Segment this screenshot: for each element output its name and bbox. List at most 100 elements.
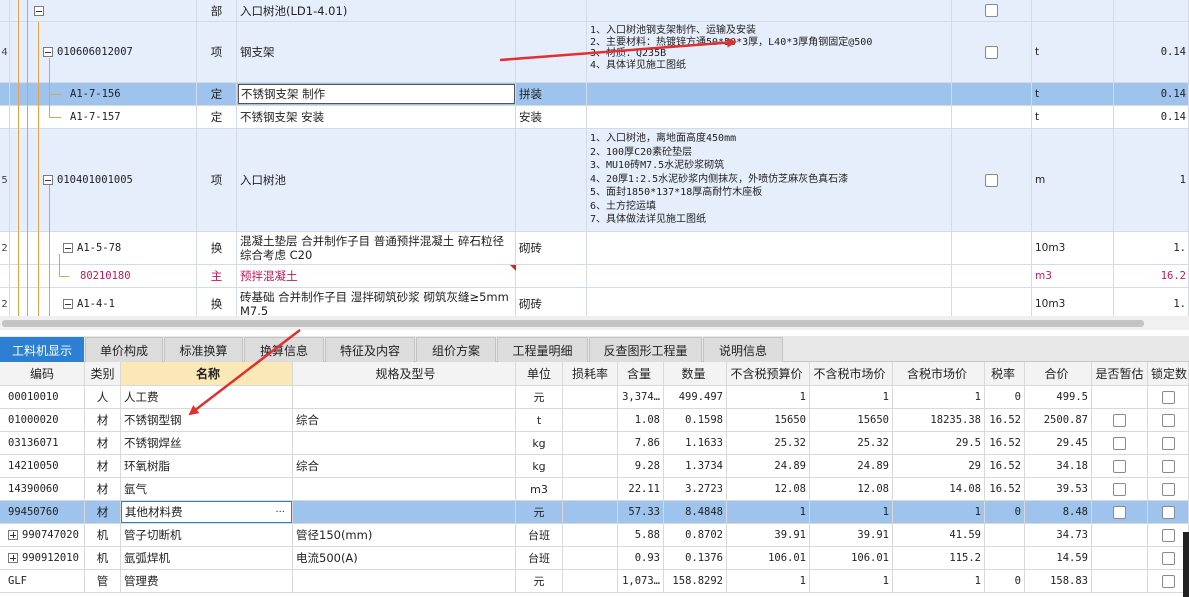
- expand-icon[interactable]: [8, 553, 18, 563]
- header-category[interactable]: 类别: [85, 362, 121, 385]
- lock-checkbox[interactable]: [1161, 505, 1175, 519]
- resource-row[interactable]: 00010010 人人工费元 3,374… 499.497 1 1 1 0 499.5: [0, 386, 1189, 409]
- estimated-checkbox[interactable]: [1113, 459, 1126, 473]
- features-cell: 1、入口树池，离地面高度450mm 2、100厚C20素砼垫层 3、MU10砖M…: [587, 129, 952, 231]
- header-total[interactable]: 合价: [1025, 362, 1092, 385]
- name-cell[interactable]: 不锈钢支架 制作: [237, 83, 516, 105]
- spec-cell: 砌砖: [516, 288, 587, 316]
- cell-loss: [563, 478, 618, 500]
- cell-name[interactable]: 不锈钢焊丝: [121, 432, 293, 454]
- estimated-checkbox[interactable]: [1113, 505, 1126, 519]
- checkbox-cell: [952, 106, 1032, 128]
- cell-name[interactable]: 氩气: [121, 478, 293, 500]
- header-loss-rate[interactable]: 损耗率: [563, 362, 618, 385]
- tree-row-section[interactable]: 部 入口树池(LD1-4.01): [0, 0, 1189, 22]
- more-options-icon[interactable]: ···: [275, 507, 285, 518]
- collapse-icon[interactable]: [63, 299, 73, 309]
- cell-qty: 0.1598: [664, 409, 727, 431]
- tab-standard-conversion[interactable]: 标准换算: [164, 337, 243, 362]
- collapse-icon[interactable]: [34, 5, 44, 16]
- name-edit-field[interactable]: 不锈钢支架 制作: [238, 84, 515, 104]
- row-number: 5: [0, 129, 10, 231]
- cell-name[interactable]: 人工费: [121, 386, 293, 408]
- header-estimated[interactable]: 是否暂估: [1092, 362, 1148, 385]
- estimated-checkbox[interactable]: [1113, 482, 1126, 496]
- lock-checkbox[interactable]: [1161, 551, 1175, 565]
- tab-quantity-detail[interactable]: 工程量明细: [497, 337, 588, 362]
- horizontal-scrollbar[interactable]: [0, 316, 1189, 330]
- tab-graphic-quantity[interactable]: 反查图形工程量: [589, 337, 702, 362]
- resource-row[interactable]: 990747020 机管子切断机 管径150(mm) 台班 5.88 0.8702 39.9…: [0, 524, 1189, 547]
- cell-name[interactable]: 管理费: [121, 570, 293, 592]
- cell-estimated: [1092, 547, 1148, 569]
- estimated-checkbox[interactable]: [1113, 436, 1126, 450]
- header-lock[interactable]: 锁定数: [1148, 362, 1189, 385]
- cell-unit: m3: [516, 478, 563, 500]
- header-unit[interactable]: 单位: [516, 362, 563, 385]
- cell-name[interactable]: 环氧树脂: [121, 455, 293, 477]
- lock-checkbox[interactable]: [1161, 574, 1175, 588]
- header-content[interactable]: 含量: [618, 362, 664, 385]
- name-edit-field[interactable]: 其他材料费 ···: [121, 501, 292, 523]
- resource-row[interactable]: 03136071 材不锈钢焊丝 kg 7.86 1.1633 25.32 25.32 29.5…: [0, 432, 1189, 455]
- row-checkbox[interactable]: [985, 45, 998, 59]
- unit-cell: m3: [1032, 265, 1114, 287]
- tab-notes[interactable]: 说明信息: [703, 337, 783, 362]
- tab-unit-price[interactable]: 单价构成: [85, 337, 163, 362]
- cell-cat: 材: [85, 409, 121, 431]
- cell-name[interactable]: 其他材料费 ···: [121, 501, 293, 523]
- cell-name[interactable]: 不锈钢型钢: [121, 409, 293, 431]
- tree-row-quota[interactable]: A1-7-157 定 不锈钢支架 安装 安装 t 0.14: [0, 106, 1189, 129]
- tab-pricing-scheme[interactable]: 组价方案: [416, 337, 496, 362]
- cell-tax: 0: [985, 570, 1025, 592]
- lock-checkbox[interactable]: [1161, 413, 1175, 427]
- tab-conversion-info[interactable]: 换算信息: [244, 337, 324, 362]
- qty-cell: 0.14: [1114, 83, 1189, 105]
- expand-icon[interactable]: [8, 530, 18, 540]
- resource-row[interactable]: 990912010 机氩弧焊机 电流500(A) 台班 0.93 0.1376 106.01…: [0, 547, 1189, 570]
- lock-checkbox[interactable]: [1161, 459, 1175, 473]
- header-spec[interactable]: 规格及型号: [293, 362, 516, 385]
- cell-cat: 管: [85, 570, 121, 592]
- row-checkbox[interactable]: [985, 4, 998, 17]
- resource-row[interactable]: 01000020 材不锈钢型钢 综合 t 1.08 0.1598 15650 15650 182…: [0, 409, 1189, 432]
- tab-labor-material-machine[interactable]: 工料机显示: [0, 337, 84, 362]
- cell-amount: 57.33: [618, 501, 664, 523]
- header-market-price[interactable]: 不含税市场价: [810, 362, 893, 385]
- tab-features[interactable]: 特征及内容: [325, 337, 415, 362]
- lock-checkbox[interactable]: [1161, 436, 1175, 450]
- tree-row-material[interactable]: 80210180 主 预拌混凝土 m3 16.2: [0, 265, 1189, 288]
- resource-row[interactable]: 99450760 材其他材料费 ··· 元 57.33 8.4848 1 1 1 0 8.48: [0, 501, 1189, 524]
- tree-row-quota[interactable]: 2 A1-5-78 换 混凝土垫层 合并制作子目 普通预拌混凝土 碎石粒径综合考…: [0, 232, 1189, 265]
- resource-row[interactable]: GLF 管管理费元 1,073… 158.8292 1 1 1 0 158.83: [0, 570, 1189, 593]
- resource-row[interactable]: 14390060 材氩气 m3 22.11 3.2723 12.08 12.08 14.08 1…: [0, 478, 1189, 501]
- cell-p1: 25.32: [727, 432, 810, 454]
- cell-tax: 16.52: [985, 432, 1025, 454]
- vertical-scrollbar[interactable]: [1183, 532, 1189, 597]
- tree-row-quota[interactable]: A1-7-156 定 不锈钢支架 制作 拼装 t 0.14: [0, 83, 1189, 106]
- scrollbar-thumb[interactable]: [2, 320, 1144, 327]
- resource-row[interactable]: 14210050 材环氧树脂 综合 kg 9.28 1.3734 24.89 24.89 29 1…: [0, 455, 1189, 478]
- lock-checkbox[interactable]: [1161, 528, 1175, 542]
- header-budget-price[interactable]: 不含税预算价: [727, 362, 810, 385]
- tree-row-quota[interactable]: 2 A1-4-1 换 砖基础 合并制作子目 湿拌砌筑砂浆 砌筑灰缝≥5mm M7…: [0, 288, 1189, 316]
- cell-name[interactable]: 管子切断机: [121, 524, 293, 546]
- header-code[interactable]: 编码: [0, 362, 85, 385]
- spec-cell: [516, 129, 587, 231]
- tree-row-item[interactable]: 5 010401001005 项 入口树池 1、入口树池，离地面高度450mm …: [0, 129, 1189, 232]
- tree-row-item[interactable]: 4 010606012007 项 钢支架 1、入口树池钢支架制作、运输及安装 2…: [0, 22, 1189, 83]
- collapse-icon[interactable]: [43, 175, 53, 185]
- cell-name[interactable]: 氩弧焊机: [121, 547, 293, 569]
- collapse-icon[interactable]: [63, 243, 73, 253]
- cell-total: 34.73: [1025, 524, 1092, 546]
- cell-unit: 元: [516, 386, 563, 408]
- header-name[interactable]: 名称: [121, 362, 293, 385]
- header-tax-rate[interactable]: 税率: [985, 362, 1025, 385]
- estimated-checkbox[interactable]: [1113, 413, 1126, 427]
- header-quantity[interactable]: 数量: [664, 362, 727, 385]
- header-market-price-tax[interactable]: 含税市场价: [893, 362, 985, 385]
- collapse-icon[interactable]: [43, 47, 53, 57]
- lock-checkbox[interactable]: [1161, 390, 1175, 404]
- row-checkbox[interactable]: [985, 173, 998, 187]
- lock-checkbox[interactable]: [1161, 482, 1175, 496]
